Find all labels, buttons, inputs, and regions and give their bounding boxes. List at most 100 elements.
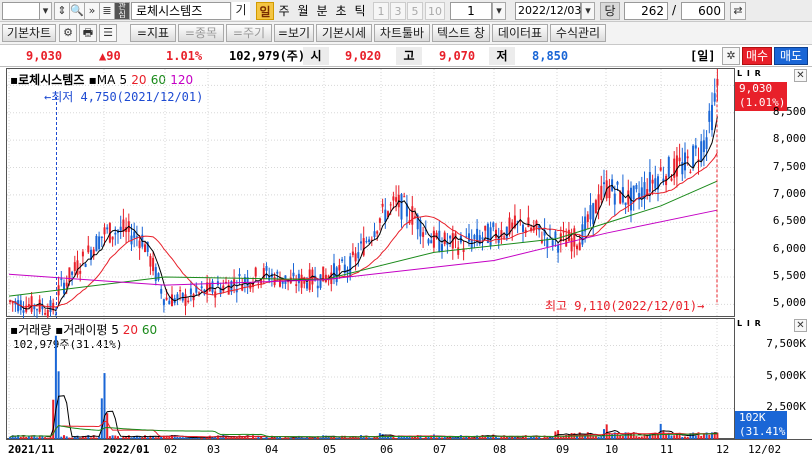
price-candle — [111, 236, 114, 240]
interval-select[interactable]: 1 — [450, 2, 492, 20]
price-candle — [616, 181, 619, 185]
portfolio-icon[interactable]: 관심 — [114, 2, 130, 20]
indicator-button[interactable]: =지표 — [130, 24, 176, 42]
price-candle — [119, 226, 122, 231]
price-candle — [222, 285, 225, 292]
date-dropdown-icon[interactable]: ▾ — [581, 2, 595, 20]
x-axis-tick: 12 — [716, 443, 730, 456]
price-candle — [341, 259, 344, 262]
price-candle — [22, 310, 25, 313]
volume-chart-panel[interactable]: ▪거래량 ▪거래이평 5 20 60 102,979주(31.41%) — [6, 318, 736, 440]
price-candle — [160, 288, 163, 294]
price-candle — [430, 240, 433, 244]
period-number-2[interactable]: 5 — [407, 2, 423, 20]
price-candle — [570, 237, 573, 252]
price-chart-plot[interactable] — [7, 69, 736, 318]
view-button[interactable]: =보기 — [274, 24, 314, 42]
price-candle — [627, 190, 630, 205]
stock-name-field[interactable]: 로체시스템즈 — [131, 2, 231, 20]
timeframe-tab-0[interactable]: 일 — [256, 2, 274, 20]
price-candle — [95, 235, 98, 252]
volume-close-icon[interactable]: ✕ — [794, 319, 807, 332]
item-button[interactable]: =종목 — [178, 24, 224, 42]
price-candle — [600, 185, 603, 201]
tools-icon[interactable]: ⚙ — [59, 24, 77, 42]
period-number-3[interactable]: 10 — [425, 2, 445, 20]
price-candle — [100, 236, 103, 239]
high-label: 고 — [396, 47, 422, 65]
price-candle — [36, 309, 38, 311]
price-candle — [362, 238, 365, 256]
price-y-tick: 6,500 — [772, 214, 806, 228]
fast-forward-icon[interactable]: » — [84, 2, 100, 20]
price-chart-panel[interactable]: ▪로체시스템즈 ▪MA 5 20 60 120 ←최저 4,750(2021/1… — [6, 68, 736, 318]
count-total-input[interactable]: 600 — [681, 2, 725, 20]
code-dropdown-icon[interactable]: ▾ — [40, 2, 52, 20]
sell-button[interactable]: 매도 — [774, 47, 808, 65]
interval-dropdown-icon[interactable]: ▾ — [492, 2, 506, 20]
volume-bar — [57, 371, 60, 440]
spin-updown-icon[interactable]: ⇕ — [54, 2, 70, 20]
dang-button[interactable]: 당 — [600, 2, 620, 20]
price-candle — [481, 237, 484, 240]
price-candle — [681, 161, 684, 175]
price-candle — [651, 179, 654, 184]
price-candle — [87, 245, 90, 253]
timeframe-tab-5[interactable]: 틱 — [351, 2, 369, 20]
price-candle — [17, 300, 20, 312]
buy-button[interactable]: 매수 — [742, 47, 772, 65]
chart-toolbar-button[interactable]: 차트툴바 — [374, 24, 430, 42]
period-indicator: [일] — [690, 49, 716, 63]
stock-code-input[interactable] — [2, 2, 40, 20]
period-button[interactable]: =주기 — [226, 24, 272, 42]
current-volume-axis-label: 102K — [739, 411, 766, 424]
axis-lir-icons[interactable]: L I R — [737, 69, 762, 78]
price-candle — [573, 228, 576, 247]
close-panel-icon[interactable]: ✕ — [794, 69, 807, 82]
basic-quote-button[interactable]: 기본시세 — [316, 24, 372, 42]
period-number-1[interactable]: 3 — [390, 2, 406, 20]
gi-button[interactable]: 기 — [232, 2, 250, 20]
x-axis-tick: 03 — [207, 443, 221, 456]
search-icon[interactable]: 🔍 — [69, 2, 85, 20]
price-candle — [476, 228, 479, 242]
x-axis-tick: 11 — [660, 443, 674, 456]
price-candle — [189, 288, 192, 295]
timeframe-tab-4[interactable]: 초 — [332, 2, 350, 20]
timeframe-tab-2[interactable]: 월 — [294, 2, 312, 20]
price-candle — [449, 236, 452, 239]
price-candle — [578, 242, 581, 251]
price-candle — [708, 110, 711, 122]
x-axis-tick: 02 — [164, 443, 178, 456]
price-candle — [403, 196, 406, 198]
settings-icon[interactable]: ☰ — [99, 24, 117, 42]
text-window-button[interactable]: 텍스트 창 — [432, 24, 490, 42]
open-price: 9,020 — [345, 49, 382, 63]
price-axis: L I R ✕ 9,030 (1.01%) 9,0008,5008,0007,5… — [735, 68, 812, 317]
price-candle — [333, 263, 335, 278]
price-candle — [281, 281, 284, 284]
count-shown-input[interactable]: 262 — [624, 2, 668, 20]
basic-chart-button[interactable]: 기본차트 — [2, 24, 56, 42]
price-candle — [176, 294, 179, 300]
low-label: 저 — [489, 47, 515, 65]
volume-chart-plot[interactable] — [7, 319, 736, 440]
timeframe-tab-1[interactable]: 주 — [275, 2, 293, 20]
price-candle — [60, 278, 63, 280]
date-input[interactable]: 2022/12/03 — [515, 2, 581, 20]
price-candle — [432, 230, 435, 248]
volume-axis-icons[interactable]: L I R — [737, 319, 762, 328]
list-icon[interactable]: ≣ — [99, 2, 115, 20]
print-icon[interactable]: 🖶 — [79, 24, 97, 42]
scroll-settings-icon[interactable]: ⇄ — [730, 2, 746, 20]
period-number-0[interactable]: 1 — [373, 2, 389, 20]
chart-settings-icon[interactable]: ✲ — [722, 47, 740, 65]
timeframe-tab-3[interactable]: 분 — [313, 2, 331, 20]
price-candle — [376, 231, 379, 234]
formula-mgmt-button[interactable]: 수식관리 — [550, 24, 606, 42]
data-table-button[interactable]: 데이터표 — [492, 24, 548, 42]
price-candle — [505, 226, 508, 239]
price-candle — [557, 244, 560, 253]
price-candle — [106, 227, 109, 230]
price-candle — [441, 244, 443, 252]
